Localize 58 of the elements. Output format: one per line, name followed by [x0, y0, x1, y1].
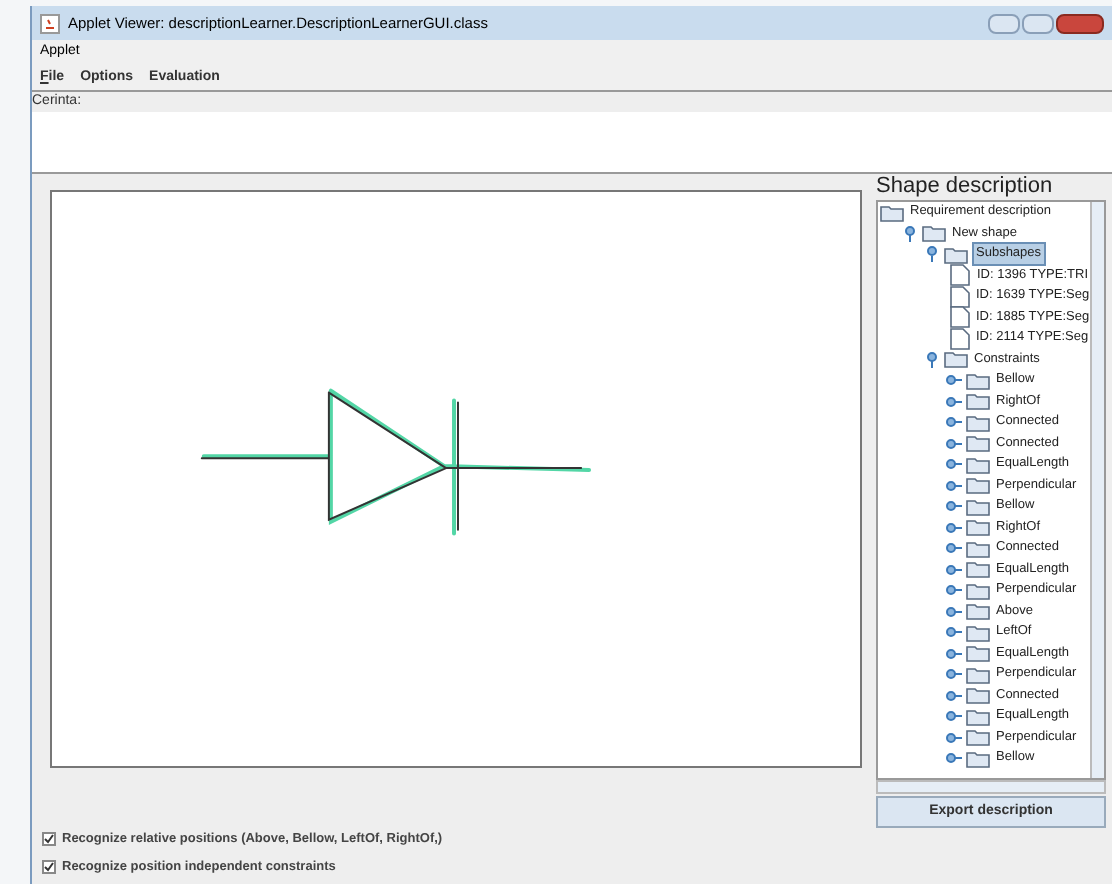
folder-icon — [966, 539, 990, 558]
collapsed-handle-icon[interactable] — [946, 750, 962, 767]
collapsed-handle-icon[interactable] — [946, 603, 962, 620]
folder-icon — [966, 581, 990, 600]
collapsed-handle-icon[interactable] — [946, 498, 962, 515]
folder-icon — [966, 686, 990, 705]
collapsed-handle-icon[interactable] — [946, 624, 962, 641]
folder-icon — [944, 245, 968, 264]
collapsed-handle-icon[interactable] — [946, 708, 962, 725]
folder-icon — [944, 350, 968, 369]
collapsed-handle-icon[interactable] — [946, 666, 962, 683]
folder-icon — [966, 665, 990, 684]
expanded-handle-icon[interactable] — [924, 351, 940, 368]
folder-icon — [966, 644, 990, 663]
check-icon — [44, 834, 54, 844]
collapsed-handle-icon[interactable] — [946, 729, 962, 746]
folder-icon — [966, 602, 990, 621]
collapsed-handle-icon[interactable] — [946, 645, 962, 662]
folder-icon — [966, 728, 990, 747]
folder-icon — [880, 203, 904, 222]
folder-icon — [966, 707, 990, 726]
checkbox[interactable] — [42, 860, 56, 874]
document-icon — [950, 264, 971, 287]
collapsed-handle-icon[interactable] — [946, 393, 962, 410]
folder-icon — [966, 623, 990, 642]
collapsed-handle-icon[interactable] — [946, 561, 962, 578]
vertical-scrollbar[interactable] — [1090, 202, 1104, 779]
document-icon — [950, 306, 970, 329]
document-icon — [950, 285, 970, 308]
folder-icon — [966, 476, 990, 495]
collapsed-handle-icon[interactable] — [946, 372, 962, 389]
folder-icon — [922, 224, 946, 243]
collapsed-handle-icon[interactable] — [946, 540, 962, 557]
java-icon — [40, 13, 60, 33]
close-button[interactable] — [1056, 13, 1104, 33]
expanded-handle-icon[interactable] — [924, 246, 940, 263]
collapsed-handle-icon[interactable] — [946, 477, 962, 494]
folder-icon — [966, 434, 990, 453]
folder-icon — [966, 560, 990, 579]
horizontal-scrollbar[interactable] — [876, 780, 1106, 795]
folder-icon — [966, 392, 990, 411]
checkbox[interactable] — [42, 832, 56, 846]
expanded-handle-icon[interactable] — [902, 225, 918, 242]
collapsed-handle-icon[interactable] — [946, 687, 962, 704]
document-icon — [950, 327, 970, 350]
panel-title: Shape description — [876, 174, 1055, 200]
folder-icon — [966, 497, 990, 516]
collapsed-handle-icon[interactable] — [946, 456, 962, 473]
folder-icon — [966, 518, 990, 537]
collapsed-handle-icon[interactable] — [946, 582, 962, 599]
check-icon — [44, 862, 54, 872]
collapsed-handle-icon[interactable] — [946, 519, 962, 536]
folder-icon — [966, 413, 990, 432]
folder-icon — [966, 749, 990, 768]
folder-icon — [966, 455, 990, 474]
collapsed-handle-icon[interactable] — [946, 435, 962, 452]
collapsed-handle-icon[interactable] — [946, 414, 962, 431]
folder-icon — [966, 371, 990, 390]
